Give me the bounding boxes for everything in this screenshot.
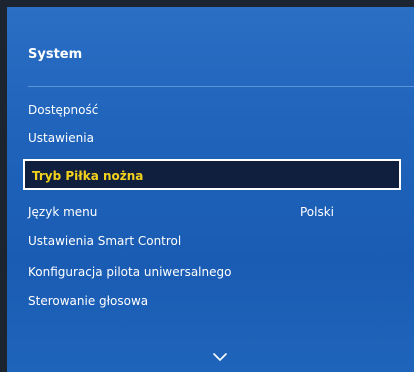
menu-item-sterowanie-glosowa[interactable]: Sterowanie głosowa	[28, 290, 148, 312]
chevron-down-icon[interactable]	[212, 351, 228, 363]
menu-item-label: Język menu	[28, 205, 98, 219]
menu-item-label: Sterowanie głosowa	[28, 294, 149, 308]
menu-item-ustawienia[interactable]: Ustawienia	[28, 127, 94, 149]
tv-screen: System Dostępność Ustawienia Tryb Piłka …	[0, 0, 414, 372]
menu-item-label: Tryb Piłka nożna	[32, 169, 144, 183]
menu-item-jezyk-menu[interactable]: Język menu Polski	[28, 201, 334, 223]
menu-item-value: Polski	[300, 205, 335, 219]
menu-item-tryb-pilka-nozna[interactable]: Tryb Piłka nożna	[23, 159, 401, 190]
menu-item-label: Dostępność	[28, 103, 99, 117]
menu-item-dostepnosc[interactable]: Dostępność	[28, 99, 98, 121]
menu-item-label: Ustawienia Smart Control	[28, 234, 182, 248]
menu-item-label: Ustawienia	[28, 131, 94, 145]
menu-item-konfiguracja-pilota[interactable]: Konfiguracja pilota uniwersalnego	[28, 261, 231, 283]
title-divider	[28, 86, 414, 87]
panel-title: System	[28, 47, 83, 62]
menu-item-ustawienia-smart-control[interactable]: Ustawienia Smart Control	[28, 230, 181, 252]
system-menu-panel: System Dostępność Ustawienia Tryb Piłka …	[7, 7, 414, 372]
menu-item-label: Konfiguracja pilota uniwersalnego	[28, 265, 232, 279]
